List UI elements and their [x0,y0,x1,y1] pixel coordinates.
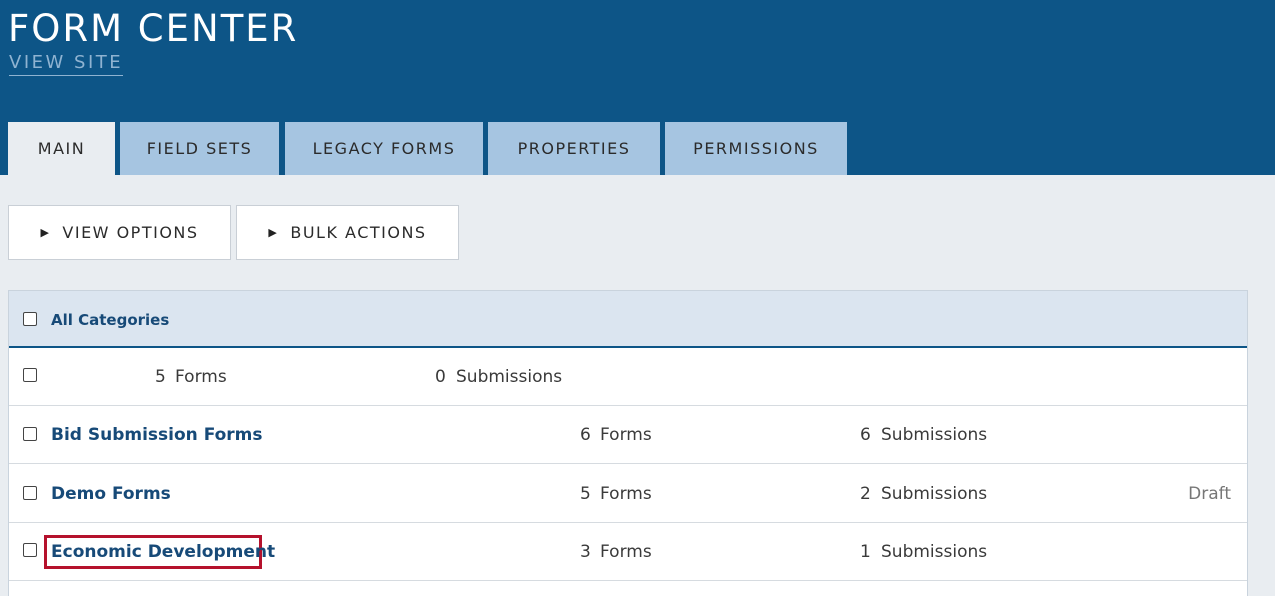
row-checkbox[interactable] [23,427,37,441]
forms-label: Forms [600,484,652,504]
forms-label: Forms [175,367,227,387]
forms-count: 5 [155,367,166,387]
forms-label: Forms [600,542,652,562]
play-triangle-icon: ▶ [268,226,279,239]
bulk-actions-label: BULK ACTIONS [290,223,427,242]
category-link[interactable]: Bid Submission Forms [51,425,263,445]
tab-permissions[interactable]: PERMISSIONS [665,122,847,175]
row-checkbox[interactable] [23,486,37,500]
submissions-count: 6 [860,425,871,445]
category-link[interactable]: Economic Development [51,542,275,562]
table-row: Economic Development 3 Forms 1 Submissio… [9,523,1247,581]
bulk-actions-button[interactable]: ▶ BULK ACTIONS [236,205,459,260]
select-all-checkbox[interactable] [23,312,37,326]
status-badge: Draft [1188,484,1231,504]
tab-field-sets[interactable]: FIELD SETS [120,122,279,175]
tab-legacy-forms[interactable]: LEGACY FORMS [285,122,483,175]
row-checkbox[interactable] [23,543,37,557]
submissions-label: Submissions [881,484,988,504]
page-title: FORM CENTER [8,7,299,50]
submissions-count: 0 [435,367,446,387]
submissions-label: Submissions [881,425,988,445]
view-site-link[interactable]: VIEW SITE [9,52,124,76]
category-link[interactable]: Demo Forms [51,484,171,504]
all-categories-label[interactable]: All Categories [51,311,169,329]
table-row: Bid Submission Forms 6 Forms 6 Submissio… [9,406,1247,464]
submissions-label: Submissions [881,542,988,562]
page-header: FORM CENTER VIEW SITE MAIN FIELD SETS LE… [0,0,1275,175]
submissions-count: 1 [860,542,871,562]
table-header: All Categories [9,291,1247,348]
forms-count: 5 [580,484,591,504]
play-triangle-icon: ▶ [40,226,51,239]
tab-main[interactable]: MAIN [8,122,115,175]
row-checkbox[interactable] [23,368,37,382]
submissions-label: Submissions [456,367,563,387]
forms-label: Forms [600,425,652,445]
view-options-label: VIEW OPTIONS [62,223,199,242]
table-row: 5 Forms 0 Submissions [9,348,1247,406]
tab-properties[interactable]: PROPERTIES [488,122,660,175]
forms-count: 6 [580,425,591,445]
view-options-button[interactable]: ▶ VIEW OPTIONS [8,205,231,260]
table-row: Demo Forms 5 Forms 2 Submissions Draft [9,465,1247,523]
categories-table: All Categories 5 Forms 0 Submissions Bid… [8,290,1248,596]
forms-count: 3 [580,542,591,562]
submissions-count: 2 [860,484,871,504]
